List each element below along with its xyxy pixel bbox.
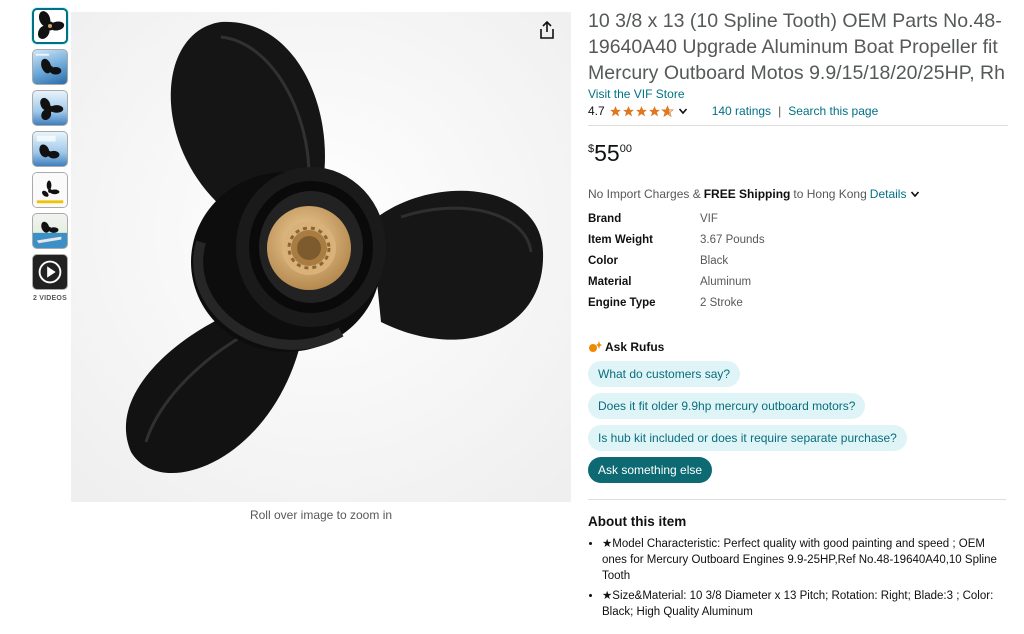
spec-key: Brand bbox=[588, 212, 622, 225]
ratings-count-link[interactable]: 140 ratings bbox=[712, 104, 771, 118]
star-icon bbox=[635, 105, 647, 116]
spec-row: Brand VIF bbox=[588, 208, 1008, 229]
spec-value: Aluminum bbox=[700, 275, 752, 288]
shipping-details-link[interactable]: Details bbox=[870, 187, 907, 201]
about-bullet: ★Model Characteristic: Perfect quality w… bbox=[602, 536, 1008, 584]
propeller-image bbox=[71, 12, 571, 502]
divider bbox=[588, 499, 1006, 500]
rufus-spark-icon bbox=[589, 341, 602, 352]
thumbnail-1[interactable] bbox=[32, 8, 68, 44]
spec-key: Engine Type bbox=[588, 296, 656, 309]
thumbnail-list: 2 VIDEOS bbox=[32, 8, 70, 302]
thumbnail-3[interactable] bbox=[32, 90, 68, 126]
play-icon bbox=[38, 260, 62, 284]
about-title: About this item bbox=[588, 514, 687, 529]
product-title: 10 3/8 x 13 (10 Spline Tooth) OEM Parts … bbox=[588, 10, 1005, 84]
spec-row: Color Black bbox=[588, 250, 1008, 271]
price-fraction: 00 bbox=[619, 143, 632, 155]
spec-table: Brand VIF Item Weight 3.67 Pounds Color … bbox=[588, 208, 1008, 313]
rufus-question-pill[interactable]: What do customers say? bbox=[588, 361, 741, 387]
spec-row: Item Weight 3.67 Pounds bbox=[588, 229, 1008, 250]
rufus-title: Ask Rufus bbox=[605, 340, 665, 354]
chevron-down-icon[interactable] bbox=[678, 106, 688, 116]
spec-key: Item Weight bbox=[588, 233, 653, 246]
free-shipping-label: FREE Shipping bbox=[703, 187, 791, 201]
spec-value: 2 Stroke bbox=[700, 296, 743, 309]
price-whole: 55 bbox=[594, 140, 620, 166]
star-icon bbox=[622, 105, 634, 116]
rufus-question-wrap: Does it fit older 9.9hp mercury outboard… bbox=[588, 393, 1008, 419]
chevron-down-icon[interactable] bbox=[910, 189, 920, 199]
spec-value: 3.67 Pounds bbox=[700, 233, 765, 246]
shipping-info: No Import Charges & FREE Shipping to Hon… bbox=[588, 187, 1008, 201]
thumbnail-2[interactable] bbox=[32, 49, 68, 85]
thumbnail-5[interactable] bbox=[32, 172, 68, 208]
spec-value: Black bbox=[700, 254, 729, 267]
star-icon bbox=[609, 105, 621, 116]
rating-row: 4.7 140 ratings | Search this page bbox=[588, 103, 1008, 119]
rufus-question-wrap: Is hub kit included or does it require s… bbox=[588, 425, 1008, 451]
zoom-hint: Roll over image to zoom in bbox=[249, 508, 393, 522]
video-thumbnail[interactable] bbox=[32, 254, 68, 290]
star-half-icon bbox=[660, 104, 674, 117]
spec-row: Material Aluminum bbox=[588, 271, 1008, 292]
videos-count-label: 2 VIDEOS bbox=[33, 295, 67, 302]
spec-value: VIF bbox=[700, 212, 718, 225]
ask-something-else-button[interactable]: Ask something else bbox=[588, 457, 713, 483]
shipping-destination: to Hong Kong bbox=[793, 187, 867, 201]
rufus-header: Ask Rufus bbox=[588, 339, 1008, 355]
rufus-ask-wrap: Ask something else bbox=[588, 457, 1008, 483]
spec-key: Color bbox=[588, 254, 619, 267]
spec-key: Material bbox=[588, 275, 632, 288]
rufus-question-wrap: What do customers say? bbox=[588, 361, 1008, 387]
rating-value: 4.7 bbox=[588, 104, 605, 118]
thumbnail-4[interactable] bbox=[32, 131, 68, 167]
price: $ 55 00 bbox=[588, 140, 1008, 168]
rufus-question-pill[interactable]: Is hub kit included or does it require s… bbox=[588, 425, 907, 451]
spec-row: Engine Type 2 Stroke bbox=[588, 292, 1008, 313]
separator: | bbox=[778, 104, 782, 118]
star-icon bbox=[648, 105, 660, 116]
about-bullet: ★Size&Material: 10 3/8 Diameter x 13 Pit… bbox=[602, 588, 1008, 620]
search-page-link[interactable]: Search this page bbox=[788, 104, 878, 118]
share-icon[interactable] bbox=[538, 20, 556, 40]
main-product-image[interactable] bbox=[71, 12, 571, 502]
thumbnail-6[interactable] bbox=[32, 213, 68, 249]
rufus-question-pill[interactable]: Does it fit older 9.9hp mercury outboard… bbox=[588, 393, 866, 419]
divider bbox=[588, 125, 1008, 126]
about-bullets: ★Model Characteristic: Perfect quality w… bbox=[588, 536, 1008, 620]
shipping-prefix: No Import Charges & bbox=[588, 187, 701, 201]
store-link[interactable]: Visit the VIF Store bbox=[588, 87, 1008, 101]
star-rating[interactable] bbox=[609, 104, 674, 118]
product-details: 10 3/8 x 13 (10 Spline Tooth) OEM Parts … bbox=[588, 8, 1008, 624]
